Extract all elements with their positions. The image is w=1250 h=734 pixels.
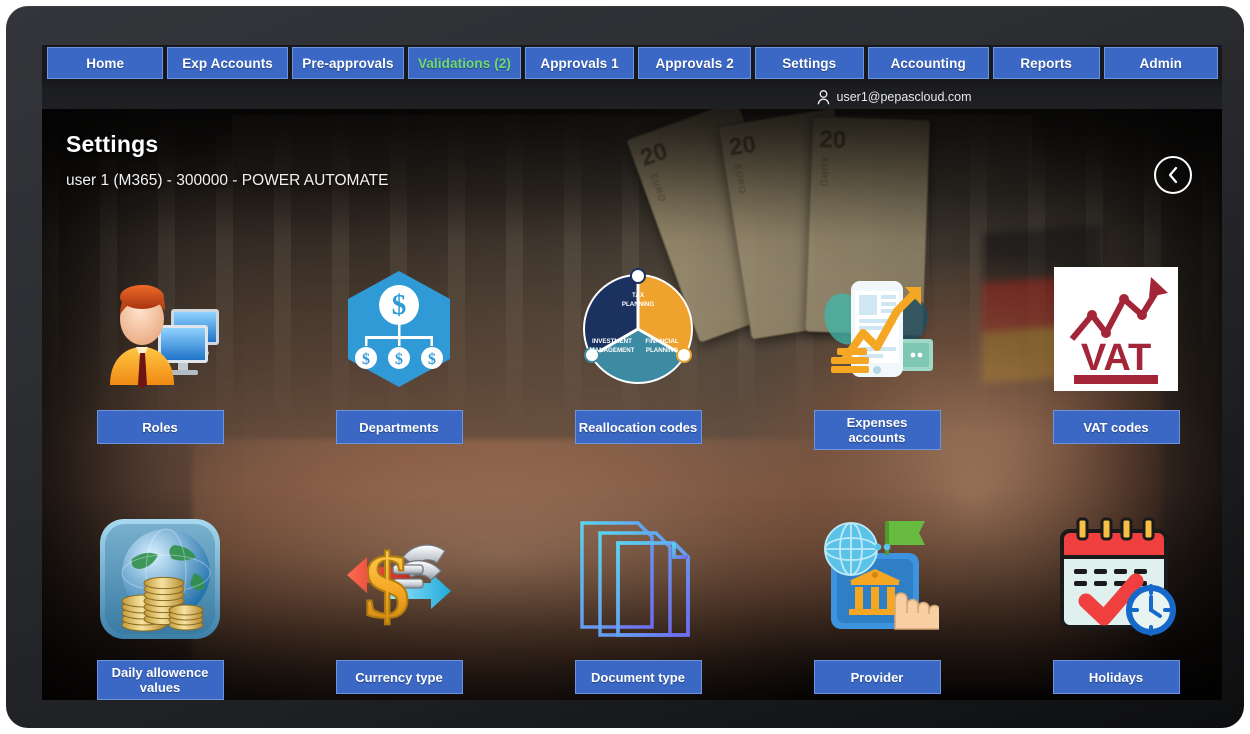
svg-text:PLANNING: PLANNING — [646, 347, 678, 354]
globe-coins-icon — [95, 514, 225, 644]
svg-text:$: $ — [428, 351, 436, 368]
nav-item-approvals-1[interactable]: Approvals 1 — [524, 47, 635, 79]
nav-item-settings[interactable]: Settings — [754, 47, 864, 79]
screen: Home Exp Accounts Pre-approvals Validations… — [42, 45, 1222, 700]
settings-tile-roles[interactable]: Roles — [65, 264, 255, 444]
settings-tile-vat-codes[interactable]: VAT VAT codes — [1021, 264, 1211, 444]
settings-tile-grid: Roles $ $ $ $ Departments TAX PLANNING FINA… — [42, 109, 1222, 700]
settings-tile-label[interactable]: Expenses accounts — [813, 410, 941, 450]
user-bar: user1@pepascloud.com — [42, 85, 1222, 109]
settings-tile-label[interactable]: Document type — [574, 660, 702, 694]
svg-text:TAX: TAX — [632, 292, 645, 299]
settings-tile-label[interactable]: Provider — [813, 660, 941, 694]
settings-tile-label[interactable]: Currency type — [335, 660, 463, 694]
svg-text:$: $ — [364, 535, 410, 637]
nav-item-admin[interactable]: Admin — [1103, 47, 1218, 79]
settings-tile-label[interactable]: Daily allowence values — [96, 660, 224, 700]
settings-tile-provider[interactable]: Provider — [782, 514, 972, 694]
calendar-check-clock-icon — [1051, 514, 1181, 644]
content-stage: 20EURO20EURO20EURO Settings user 1 (M365… — [42, 109, 1222, 700]
main-navigation: Home Exp Accounts Pre-approvals Validations… — [42, 45, 1222, 85]
user-email-label: user1@pepascloud.com — [836, 90, 972, 104]
monitor-bezel: Home Exp Accounts Pre-approvals Validations… — [6, 6, 1244, 728]
user-with-monitors-icon — [95, 264, 225, 394]
settings-tile-label[interactable]: Reallocation codes — [574, 410, 702, 444]
settings-tile-label[interactable]: VAT codes — [1052, 410, 1180, 444]
mobile-growth-money-icon: $ — [812, 264, 942, 394]
settings-tile-holidays[interactable]: Holidays — [1021, 514, 1211, 694]
dollar-euro-exchange-icon: $ — [334, 514, 464, 644]
bank-globe-hand-icon — [812, 514, 942, 644]
settings-tile-document-type[interactable]: Document type — [543, 514, 733, 694]
user-avatar-icon — [817, 89, 830, 105]
settings-tile-reallocation-codes[interactable]: TAX PLANNING FINANCIAL PLANNING INVESTMENT… — [543, 264, 733, 444]
settings-tile-currency-type[interactable]: $ Currency type — [304, 514, 494, 694]
svg-text:MANAGEMENT: MANAGEMENT — [589, 347, 634, 354]
documents-stack-icon — [573, 514, 703, 644]
vat-chart-icon: VAT — [1051, 264, 1181, 394]
svg-text:$: $ — [392, 289, 407, 321]
svg-text:$: $ — [395, 351, 403, 368]
nav-item-pre-approvals[interactable]: Pre-approvals — [291, 47, 405, 79]
settings-tile-label[interactable]: Holidays — [1052, 660, 1180, 694]
svg-text:VAT: VAT — [1081, 337, 1151, 379]
svg-text:$: $ — [362, 351, 370, 368]
nav-item-home[interactable]: Home — [47, 47, 164, 79]
hexagon-hierarchy-icon: $ $ $ $ — [334, 264, 464, 394]
settings-tile-expenses-accounts[interactable]: $ Expenses accounts — [782, 264, 972, 450]
svg-text:INVESTMENT: INVESTMENT — [592, 338, 632, 345]
nav-item-validations-2[interactable]: Validations (2) — [408, 47, 521, 79]
nav-item-approvals-2[interactable]: Approvals 2 — [638, 47, 751, 79]
settings-tile-departments[interactable]: $ $ $ $ Departments — [304, 264, 494, 444]
nav-item-exp-accounts[interactable]: Exp Accounts — [167, 47, 288, 79]
nav-item-reports[interactable]: Reports — [992, 47, 1100, 79]
pie-chart-icon: TAX PLANNING FINANCIAL PLANNING INVESTMENT… — [573, 264, 703, 394]
settings-tile-label[interactable]: Departments — [335, 410, 463, 444]
settings-tile-label[interactable]: Roles — [96, 410, 224, 444]
settings-tile-daily-allowence-values[interactable]: Daily allowence values — [65, 514, 255, 700]
svg-text:FINANCIAL: FINANCIAL — [645, 338, 679, 345]
svg-text:PLANNING: PLANNING — [622, 301, 654, 308]
nav-item-accounting[interactable]: Accounting — [867, 47, 989, 79]
